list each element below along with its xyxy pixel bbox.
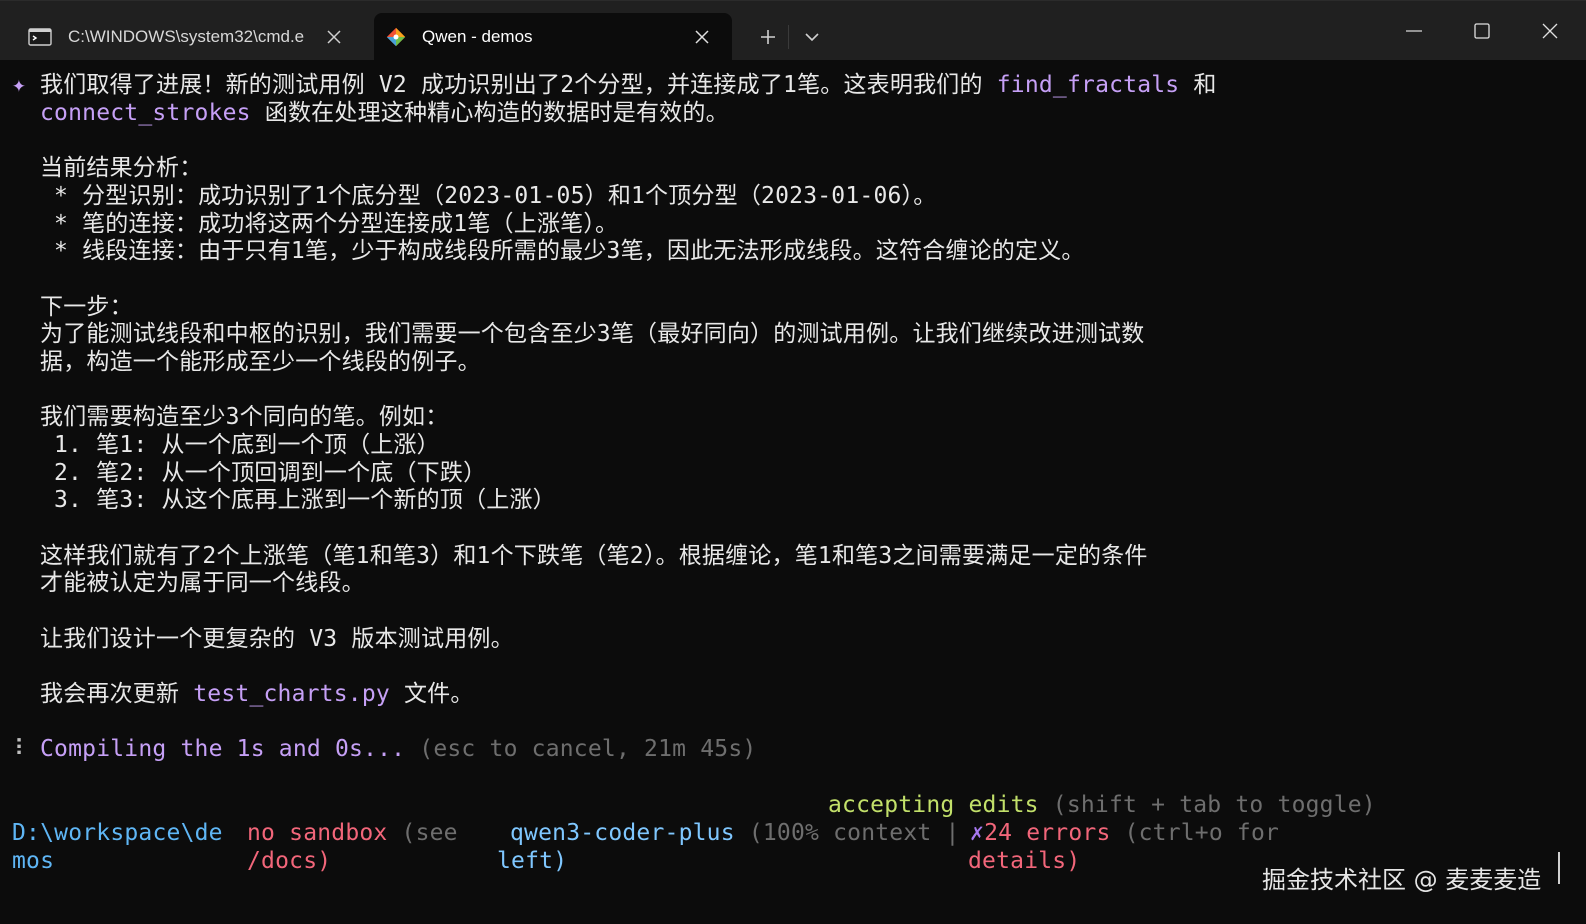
edit-mode-indicator[interactable]: accepting edits (shift + tab to toggle) xyxy=(828,792,1376,820)
terminal-output[interactable]: ✦ 我们取得了进展！新的测试用例 V2 成功识别出了2个分型，并连接成了1笔。这… xyxy=(0,60,1586,924)
tab-title: C:\WINDOWS\system32\cmd.e xyxy=(68,27,305,46)
output-line: 这样我们就有了2个上涨笔（笔1和笔3）和1个下跌笔（笔2）。根据缠论，笔1和笔3… xyxy=(40,543,1148,569)
section-title: 当前结果分析： xyxy=(40,155,203,181)
text-cursor xyxy=(1558,852,1560,884)
model-hint: left) xyxy=(497,848,568,874)
cancel-hint: (esc to cancel, 21m 45s) xyxy=(405,736,757,762)
cmd-icon xyxy=(28,28,52,46)
new-tab-button[interactable] xyxy=(750,21,786,53)
output-line: 我们取得了进展！新的测试用例 V2 成功识别出了2个分型，并连接成了1笔。这表明… xyxy=(40,72,1217,98)
output-line: 让我们设计一个更复杂的 V3 版本测试用例。 xyxy=(40,626,514,652)
close-icon xyxy=(1542,23,1558,39)
section-title: 我们需要构造至少3个同向的笔。例如： xyxy=(40,404,449,430)
working-directory: D:\workspace\de xyxy=(12,820,223,846)
output-line: 才能被认定为属于同一个线段。 xyxy=(40,570,365,596)
maximize-button[interactable] xyxy=(1448,1,1516,61)
output-line: 为了能测试线段和中枢的识别，我们需要一个包含至少3笔（最好同向）的测试用例。让我… xyxy=(40,321,1145,347)
git-icon xyxy=(386,27,406,47)
tab-dropdown-button[interactable] xyxy=(794,21,830,53)
tab-qwen-demos[interactable]: Qwen - demos xyxy=(374,13,732,61)
list-item: 3. 笔3: 从这个底再上涨到一个新的顶（上涨） xyxy=(54,487,556,513)
working-directory-cont: mos xyxy=(12,848,55,874)
sparkle-icon: ✦ xyxy=(12,72,27,98)
tab-title: Qwen - demos xyxy=(422,27,533,46)
chevron-down-icon xyxy=(805,33,819,42)
model-status: qwen3-coder-plus (100% context | xyxy=(510,820,960,846)
close-tab-icon[interactable] xyxy=(318,21,350,53)
list-item: 1. 笔1: 从一个底到一个顶（上涨） xyxy=(54,432,440,458)
error-status[interactable]: ✗24 errors (ctrl+o for xyxy=(970,820,1279,848)
close-window-button[interactable] xyxy=(1516,1,1584,61)
inline-code: connect_strokes xyxy=(40,100,251,126)
list-item: * 笔的连接：成功将这两个分型连接成1笔（上涨笔）。 xyxy=(54,211,619,237)
maximize-icon xyxy=(1474,23,1490,39)
compiling-text: Compiling the 1s and 0s... xyxy=(40,736,406,762)
error-x-icon: ✗ xyxy=(970,820,985,846)
list-item: * 分型识别：成功识别了1个底分型（2023-01-05）和1个顶分型（2023… xyxy=(54,183,937,209)
tab-cmd[interactable]: C:\WINDOWS\system32\cmd.e xyxy=(12,13,364,61)
progress-line: Compiling the 1s and 0s... (esc to cance… xyxy=(40,736,756,764)
watermark: 掘金技术社区 @ 麦麦麦造 xyxy=(1262,866,1542,894)
inline-code: find_fractals xyxy=(996,72,1180,98)
output-line: 据，构造一个能形成至少一个线段的例子。 xyxy=(40,349,481,375)
spinner-icon: ⠇ xyxy=(14,736,32,762)
close-tab-icon[interactable] xyxy=(686,21,718,53)
list-item: * 线段连接：由于只有1笔，少于构成线段所需的最少3笔，因此无法形成线段。这符合… xyxy=(54,238,1085,264)
plus-icon xyxy=(761,30,775,44)
inline-code: test_charts.py xyxy=(193,681,390,707)
output-line: connect_strokes 函数在处理这种精心构造的数据时是有效的。 xyxy=(40,100,729,126)
list-item: 2. 笔2: 从一个顶回调到一个底（下跌） xyxy=(54,460,487,486)
output-line: 我会再次更新 test_charts.py 文件。 xyxy=(40,681,474,707)
section-title: 下一步： xyxy=(40,294,133,320)
sandbox-status: no sandbox (see xyxy=(247,820,458,846)
minimize-button[interactable] xyxy=(1380,1,1448,61)
title-bar: C:\WINDOWS\system32\cmd.e Qwen - demos xyxy=(0,0,1586,61)
tab-separator xyxy=(788,25,789,49)
minimize-icon xyxy=(1406,30,1422,32)
error-hint: details) xyxy=(968,848,1081,874)
sandbox-hint: /docs) xyxy=(247,848,332,874)
